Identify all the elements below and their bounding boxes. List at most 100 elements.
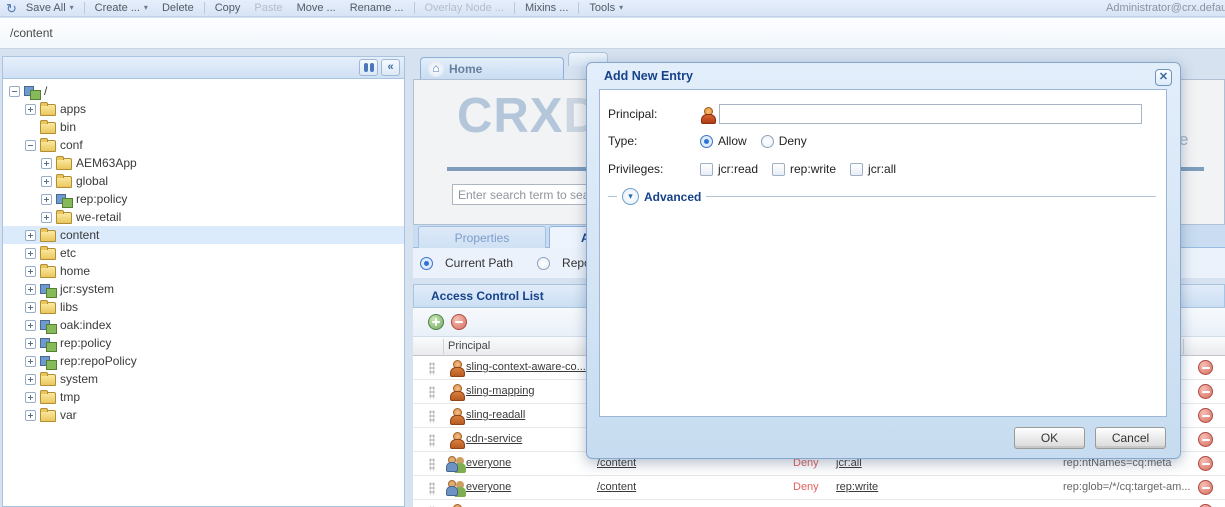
drag-handle-icon[interactable] xyxy=(429,458,435,471)
tab-home[interactable]: ⌂ Home xyxy=(420,57,564,79)
tree-item[interactable]: / xyxy=(3,82,404,100)
tree-item[interactable]: apps xyxy=(3,100,404,118)
tree-item[interactable]: var xyxy=(3,406,404,424)
tools-button[interactable]: Tools ▾ xyxy=(582,2,630,14)
path-link[interactable]: /content xyxy=(597,481,636,493)
expand-expander-icon[interactable] xyxy=(41,211,52,223)
expand-expander-icon[interactable] xyxy=(41,157,52,169)
repository-tree: / apps bin conf AEM63App global rep:poli… xyxy=(3,79,404,424)
jcr-read-checkbox[interactable] xyxy=(700,162,713,176)
tree-item[interactable]: we-retail xyxy=(3,208,404,226)
tree-item[interactable]: oak:index xyxy=(3,316,404,334)
tree-item[interactable]: jcr:system xyxy=(3,280,404,298)
tree-item[interactable]: rep:policy xyxy=(3,190,404,208)
refresh-icon[interactable]: ↻ xyxy=(6,2,17,15)
tree-item[interactable]: rep:repoPolicy xyxy=(3,352,404,370)
rep-write-checkbox[interactable] xyxy=(772,162,786,176)
principal-input[interactable] xyxy=(719,104,1142,124)
tree-item[interactable]: bin xyxy=(3,118,404,136)
allow-label: Allow xyxy=(718,134,747,148)
ok-button[interactable]: OK xyxy=(1014,427,1085,449)
crxde-lite-app: ↻ Save All ▾ Create ... ▾ Delete Copy Pa… xyxy=(0,0,1225,507)
tree-item-selected[interactable]: content xyxy=(3,226,404,244)
tree-item[interactable]: home xyxy=(3,262,404,280)
drag-handle-icon[interactable] xyxy=(429,410,435,423)
type-label: Type: xyxy=(608,134,638,148)
remove-entry-button[interactable] xyxy=(451,314,467,330)
delete-entry-icon[interactable] xyxy=(1198,456,1213,471)
tree-item[interactable]: tmp xyxy=(3,388,404,406)
current-path-radio[interactable] xyxy=(420,256,433,270)
tree-item[interactable]: etc xyxy=(3,244,404,262)
user-icon xyxy=(449,408,465,425)
tree-collapse-button[interactable]: « xyxy=(381,59,400,76)
expand-expander-icon[interactable] xyxy=(25,283,36,295)
tree-item[interactable]: libs xyxy=(3,298,404,316)
delete-entry-icon[interactable] xyxy=(1198,384,1213,399)
collapse-expander-icon[interactable] xyxy=(25,139,36,151)
caret-down-icon: ▾ xyxy=(619,3,624,12)
expand-expander-icon[interactable] xyxy=(41,175,52,187)
principal-link[interactable]: everyone xyxy=(466,481,511,493)
principal-link[interactable]: sling-readall xyxy=(466,409,525,421)
restriction-cell: rep:glob=/*/cq:target-am... xyxy=(1063,481,1191,493)
drag-handle-icon[interactable] xyxy=(429,362,435,375)
principal-link[interactable]: cdn-service xyxy=(466,433,522,445)
tree-search-button[interactable] xyxy=(359,59,378,76)
delete-entry-icon[interactable] xyxy=(1198,408,1213,423)
principal-link[interactable]: sling-mapping xyxy=(466,385,534,397)
principal-link[interactable]: sling-context-aware-co... xyxy=(466,361,586,373)
principal-link[interactable]: everyone xyxy=(466,457,511,469)
acl-row[interactable] xyxy=(413,500,1225,507)
allow-radio[interactable] xyxy=(700,134,713,148)
caret-down-icon: ▾ xyxy=(143,3,148,12)
expand-expander-icon[interactable] xyxy=(25,301,36,313)
delete-entry-icon[interactable] xyxy=(1198,360,1213,375)
create-button[interactable]: Create ... ▾ xyxy=(88,2,155,14)
jcr-all-checkbox[interactable] xyxy=(850,162,864,176)
tree-item[interactable]: system xyxy=(3,370,404,388)
principal-column-header[interactable]: Principal xyxy=(448,340,490,352)
expand-expander-icon[interactable] xyxy=(25,355,36,367)
move-button[interactable]: Move ... xyxy=(290,2,343,14)
drag-handle-icon[interactable] xyxy=(429,434,435,447)
expand-expander-icon[interactable] xyxy=(25,103,36,115)
expand-expander-icon[interactable] xyxy=(25,337,36,349)
expand-expander-icon[interactable] xyxy=(25,247,36,259)
close-icon[interactable]: ✕ xyxy=(1155,69,1172,86)
delete-entry-icon[interactable] xyxy=(1198,480,1213,495)
deny-radio[interactable] xyxy=(760,134,774,148)
copy-button[interactable]: Copy xyxy=(208,2,248,14)
tree-item[interactable]: global xyxy=(3,172,404,190)
expand-expander-icon[interactable] xyxy=(25,391,36,403)
delete-entry-icon[interactable] xyxy=(1198,432,1213,447)
drag-handle-icon[interactable] xyxy=(429,482,435,495)
node-icon xyxy=(56,193,73,208)
advanced-expand-icon[interactable]: ▾ xyxy=(622,188,639,205)
cancel-button[interactable]: Cancel xyxy=(1095,427,1166,449)
path-bar[interactable]: /content xyxy=(0,18,1225,49)
expand-expander-icon[interactable] xyxy=(41,193,52,205)
save-all-button[interactable]: Save All ▾ xyxy=(19,2,81,14)
drag-handle-icon[interactable] xyxy=(429,386,435,399)
tree-item[interactable]: conf xyxy=(3,136,404,154)
expand-expander-icon[interactable] xyxy=(25,229,36,241)
expand-expander-icon[interactable] xyxy=(25,373,36,385)
user-icon xyxy=(449,432,465,449)
mixins-button[interactable]: Mixins ... xyxy=(518,2,575,14)
tree-item[interactable]: rep:policy xyxy=(3,334,404,352)
delete-button[interactable]: Delete xyxy=(155,2,201,14)
repository-radio[interactable] xyxy=(537,256,551,270)
rename-button[interactable]: Rename ... xyxy=(343,2,411,14)
tab-properties[interactable]: Properties xyxy=(418,226,546,248)
add-entry-button[interactable] xyxy=(428,314,444,330)
privilege-link[interactable]: rep:write xyxy=(836,481,878,493)
expand-expander-icon[interactable] xyxy=(25,409,36,421)
acl-row[interactable]: everyone /content Deny rep:write rep:glo… xyxy=(413,476,1225,500)
tree-item[interactable]: AEM63App xyxy=(3,154,404,172)
expand-expander-icon[interactable] xyxy=(25,265,36,277)
collapse-expander-icon[interactable] xyxy=(9,85,20,97)
user-icon xyxy=(449,360,465,377)
expand-expander-icon[interactable] xyxy=(25,319,36,331)
deny-label: Deny xyxy=(778,134,807,148)
